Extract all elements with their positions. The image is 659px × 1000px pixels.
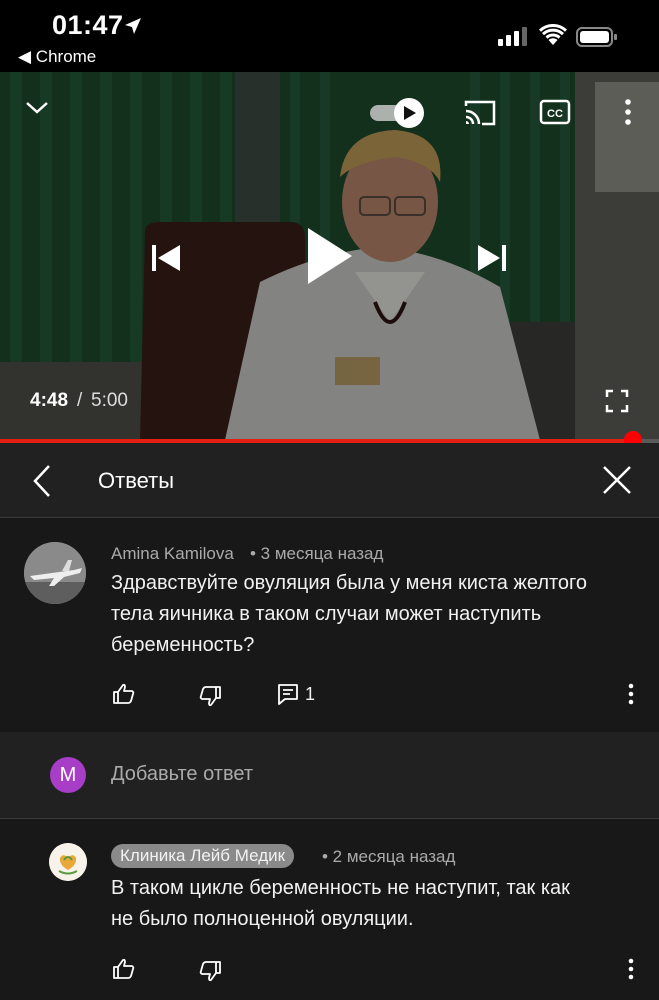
location-arrow-icon xyxy=(125,18,141,34)
user-avatar: M xyxy=(50,757,86,793)
video-duration: 5:00 xyxy=(91,390,128,411)
back-arrow-icon[interactable] xyxy=(30,463,54,499)
battery-icon xyxy=(576,27,617,47)
comment-text-line: Здравствуйте овуляция была у меня киста … xyxy=(111,572,588,594)
minimize-chevron-icon[interactable] xyxy=(24,98,50,116)
dislike-icon[interactable] xyxy=(198,959,222,983)
captions-icon[interactable]: CC xyxy=(539,98,571,126)
parent-comment: Amina Kamilova • 3 месяца назад Здравств… xyxy=(0,518,659,732)
previous-track-icon[interactable] xyxy=(148,240,184,276)
autoplay-toggle[interactable] xyxy=(368,96,428,130)
like-icon[interactable] xyxy=(112,957,136,981)
add-reply-input[interactable]: Добавьте ответ xyxy=(111,763,253,786)
status-bar: 01:47 ◀ Chrome xyxy=(0,0,659,72)
comment-text-line: не было полноценной овуляции. xyxy=(111,908,414,930)
svg-text:CC: CC xyxy=(547,108,563,120)
replies-title: Ответы xyxy=(98,468,175,493)
clinic-logo-icon xyxy=(49,843,87,881)
back-to-app-link[interactable]: ◀ Chrome xyxy=(18,47,96,67)
comment-text: В таком цикле беременность не наступит, … xyxy=(111,873,570,935)
status-time: 01:47 xyxy=(52,10,124,40)
airplane-avatar-image xyxy=(24,542,86,604)
like-icon[interactable] xyxy=(112,682,136,706)
reply-comment: Клиника Лейб Медик • 2 месяца назад В та… xyxy=(0,819,659,1000)
cellular-signal-icon xyxy=(498,27,527,46)
comment-menu-icon[interactable] xyxy=(624,682,638,708)
current-time: 4:48 xyxy=(30,390,69,411)
more-options-icon[interactable] xyxy=(620,98,636,126)
video-player[interactable]: CC 4:48 / 5:00 xyxy=(0,72,659,440)
comment-text-line: беременность? xyxy=(111,634,255,656)
play-icon[interactable] xyxy=(302,224,356,288)
comment-author[interactable]: Amina Kamilova xyxy=(111,544,234,564)
time-separator: / xyxy=(77,390,83,411)
dislike-icon[interactable] xyxy=(198,684,222,708)
reply-count: 1 xyxy=(305,684,316,704)
comment-age: • 3 месяца назад xyxy=(250,544,384,563)
add-reply-box[interactable]: M Добавьте ответ xyxy=(0,732,659,819)
wifi-icon xyxy=(539,24,567,45)
cast-icon[interactable] xyxy=(464,98,498,128)
avatar[interactable] xyxy=(49,843,87,881)
comment-text-line: В таком цикле беременность не наступит, … xyxy=(111,877,570,899)
replies-header: Ответы xyxy=(0,443,659,518)
avatar[interactable] xyxy=(24,542,86,604)
channel-name-badge[interactable]: Клиника Лейб Медик xyxy=(111,844,295,868)
comment-text: Здравствуйте овуляция была у меня киста … xyxy=(111,568,587,661)
reply-icon[interactable] xyxy=(276,682,300,706)
comment-age: • 2 месяца назад xyxy=(322,847,456,866)
close-icon[interactable] xyxy=(600,463,634,497)
comment-menu-icon[interactable] xyxy=(624,957,638,983)
next-track-icon[interactable] xyxy=(474,240,510,276)
comment-text-line: тела яичника в таком случаи может наступ… xyxy=(111,603,542,625)
fullscreen-icon[interactable] xyxy=(604,388,630,414)
